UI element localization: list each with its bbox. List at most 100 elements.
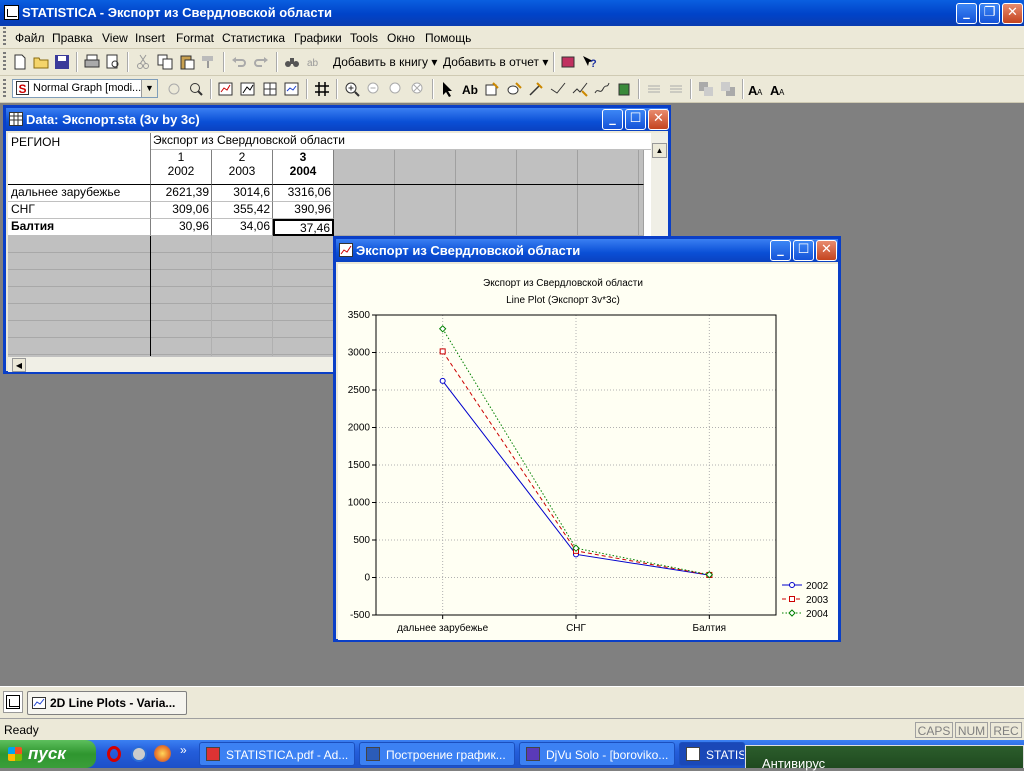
cell-cis-2002[interactable]: 309,06: [151, 202, 212, 219]
replace-icon[interactable]: ab: [306, 54, 322, 70]
save-icon[interactable]: [54, 54, 70, 70]
statistica-mdi-icon[interactable]: [3, 691, 23, 713]
new-file-icon[interactable]: [12, 54, 28, 70]
grid-icon[interactable]: [314, 81, 330, 97]
row-label-far-abroad[interactable]: дальнее зарубежье: [8, 185, 151, 202]
menu-insert[interactable]: Insert: [135, 31, 165, 45]
scroll-up-icon[interactable]: ▲: [652, 143, 667, 158]
embed-object-icon[interactable]: [616, 81, 632, 97]
format-painter-icon[interactable]: [200, 54, 216, 70]
app-title-bar[interactable]: STATISTICA - Экспорт из Свердловской обл…: [0, 0, 1024, 26]
draw-arrow-icon[interactable]: [528, 81, 544, 97]
menu-format[interactable]: Format: [176, 31, 214, 45]
add-to-book-button[interactable]: Добавить в книгу ▾: [333, 55, 437, 69]
mdi-task-button[interactable]: 2D Line Plots - Varia...: [27, 691, 187, 715]
data-minimize-button[interactable]: _: [602, 109, 623, 130]
workbook-icon[interactable]: [560, 54, 576, 70]
zoom-in-icon[interactable]: [344, 81, 360, 97]
menu-graphs[interactable]: Графики: [294, 31, 342, 45]
text-tool-icon[interactable]: Ab: [462, 81, 478, 97]
graph-window-title-bar[interactable]: Экспорт из Свердловской области _ ☐ ✕: [336, 239, 838, 262]
distribute-icon[interactable]: [668, 81, 684, 97]
menu-file[interactable]: Файл: [15, 31, 45, 45]
cell-baltic-2004-selected[interactable]: 37,46: [273, 219, 334, 236]
open-folder-icon[interactable]: [33, 54, 49, 70]
draw-rectangle-icon[interactable]: [484, 81, 500, 97]
graph-maximize-button[interactable]: ☐: [793, 240, 814, 261]
antivirus-popup[interactable]: Антивирус: [745, 745, 1024, 771]
toolbar-grip[interactable]: [3, 52, 6, 72]
data-window-title-bar[interactable]: Data: Экспорт.sta (3v by 3c) _ ☐ ✕: [6, 108, 669, 131]
cell-cis-2004[interactable]: 390,96: [273, 202, 334, 219]
menu-help[interactable]: Помощь: [425, 31, 471, 45]
pointer-icon[interactable]: [440, 81, 456, 97]
brushing-icon[interactable]: [240, 81, 256, 97]
menu-tools[interactable]: Tools: [350, 31, 378, 45]
column-header-2004[interactable]: 3 2004: [273, 150, 334, 185]
column-header-2003[interactable]: 2 2003: [212, 150, 273, 185]
print-icon[interactable]: [84, 54, 100, 70]
close-button[interactable]: ✕: [1002, 3, 1023, 24]
cell-far-abroad-2003[interactable]: 3014,6: [212, 185, 273, 202]
cell-far-abroad-2004[interactable]: 3316,06: [273, 185, 334, 202]
line-chart[interactable]: Экспорт из Свердловской области Line Plo…: [338, 264, 838, 640]
spreadsheet-icon[interactable]: [9, 112, 23, 126]
data-close-button[interactable]: ✕: [648, 109, 669, 130]
row-label-cis[interactable]: СНГ: [8, 202, 151, 219]
find-icon[interactable]: [284, 54, 300, 70]
task-pdf[interactable]: STATISTICA.pdf - Ad...: [199, 742, 355, 766]
graph-options-icon[interactable]: [166, 81, 182, 97]
undo-icon[interactable]: [231, 54, 247, 70]
firefox-icon[interactable]: [154, 745, 171, 762]
zoom-graph-icon[interactable]: [188, 81, 204, 97]
task-word[interactable]: Построение график...: [359, 742, 515, 766]
graph-doc-icon[interactable]: [339, 243, 353, 257]
opera-icon[interactable]: [107, 746, 121, 762]
cell-cis-2003[interactable]: 355,42: [212, 202, 273, 219]
graph-window-icon[interactable]: [284, 81, 300, 97]
print-preview-icon[interactable]: [105, 54, 121, 70]
cell-far-abroad-2002[interactable]: 2621,39: [151, 185, 212, 202]
graph-close-button[interactable]: ✕: [816, 240, 837, 261]
cut-icon[interactable]: [135, 54, 151, 70]
menu-edit[interactable]: Правка: [52, 31, 93, 45]
graph-style-select[interactable]: S Normal Graph [modi... ▼: [12, 79, 158, 98]
data-maximize-button[interactable]: ☐: [625, 109, 646, 130]
draw-oval-icon[interactable]: [506, 81, 522, 97]
quicklaunch-more-icon[interactable]: »: [180, 743, 187, 757]
send-back-icon[interactable]: [720, 81, 736, 97]
task-statistica[interactable]: STATIS: [679, 742, 745, 766]
graph-minimize-button[interactable]: _: [770, 240, 791, 261]
statistica-app-icon[interactable]: [4, 5, 19, 20]
font-grow-icon[interactable]: AA: [748, 81, 764, 97]
font-shrink-icon[interactable]: AA: [770, 81, 786, 97]
start-button[interactable]: пуск: [0, 740, 96, 768]
add-to-report-button[interactable]: Добавить в отчет ▾: [443, 55, 548, 69]
graph-data-editor-icon[interactable]: [218, 81, 234, 97]
menu-statistics[interactable]: Статистика: [222, 31, 285, 45]
draw-polyline-icon[interactable]: [572, 81, 588, 97]
zoom-out-icon[interactable]: [366, 81, 382, 97]
cell-baltic-2002[interactable]: 30,96: [151, 219, 212, 236]
restore-button[interactable]: ❐: [979, 3, 1000, 24]
graph-layout-icon[interactable]: [262, 81, 278, 97]
menu-window[interactable]: Окно: [387, 31, 415, 45]
menubar-grip[interactable]: [3, 27, 6, 45]
bring-front-icon[interactable]: [698, 81, 714, 97]
chevron-down-icon[interactable]: ▼: [141, 80, 157, 97]
desktop-icon[interactable]: [131, 746, 147, 762]
zoom-reset-icon[interactable]: [388, 81, 404, 97]
draw-line-icon[interactable]: [550, 81, 566, 97]
redo-icon[interactable]: [253, 54, 269, 70]
row-label-baltic[interactable]: Балтия: [8, 219, 151, 236]
align-icon[interactable]: [646, 81, 662, 97]
menu-view[interactable]: View: [102, 31, 128, 45]
copy-icon[interactable]: [157, 54, 173, 70]
group-header[interactable]: Экспорт из Свердловской области: [151, 133, 651, 150]
paste-icon[interactable]: [179, 54, 195, 70]
minimize-button[interactable]: _: [956, 3, 977, 24]
zoom-clear-icon[interactable]: [410, 81, 426, 97]
context-help-icon[interactable]: ?: [581, 54, 597, 70]
plot-area-background[interactable]: Экспорт из Свердловской области Line Plo…: [338, 264, 838, 640]
cell-baltic-2003[interactable]: 34,06: [212, 219, 273, 236]
